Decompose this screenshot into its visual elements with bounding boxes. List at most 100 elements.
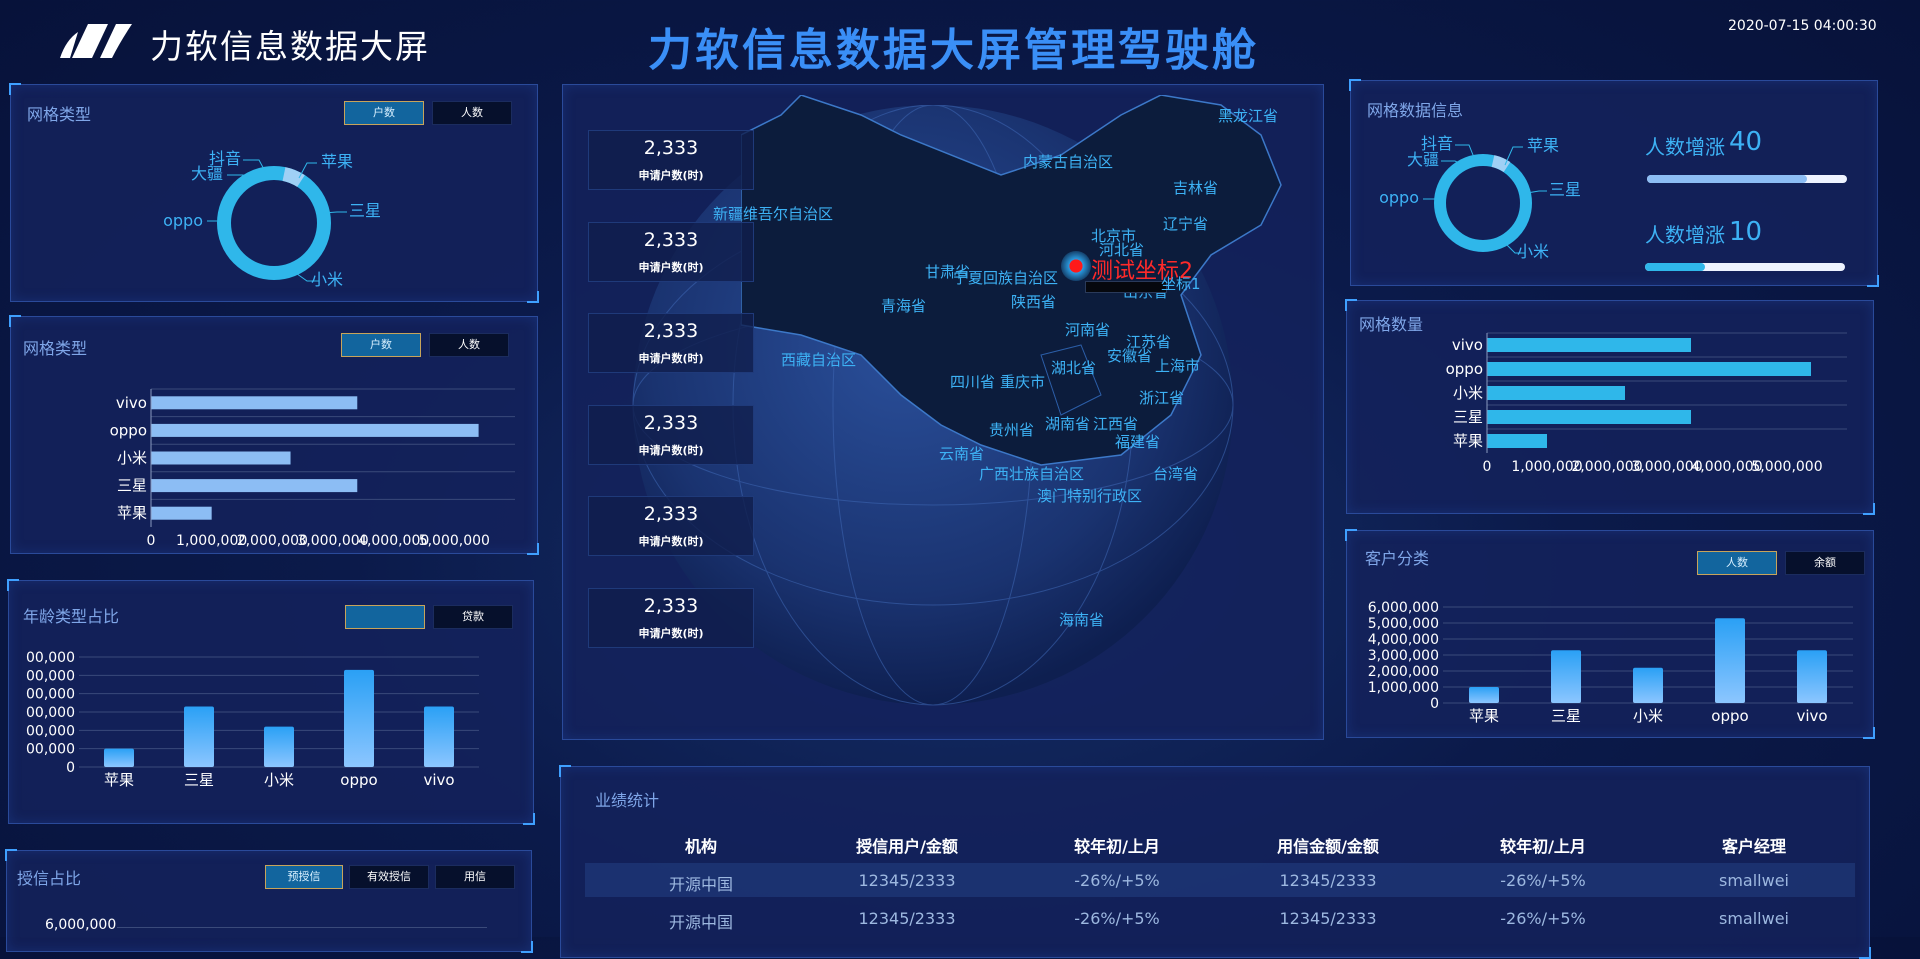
bar [344, 669, 374, 767]
stat-card: 2,333 申请户数(时) [588, 130, 754, 190]
donut-chart: 抖音 苹果 大疆 三星 oppo 小米 [163, 149, 381, 289]
grid-type-donut-panel: 网格类型 户数 人数 抖音 苹果 大疆 三星 oppo 小米 [9, 83, 539, 303]
category-label: 小米 [264, 771, 294, 789]
growth-progress-fill [1645, 263, 1705, 271]
age-type-panel: 年龄类型占比 贷款 0 00,000 00,000 00,000 00,000 00,00… [7, 579, 535, 825]
donut-label: 大疆 [191, 164, 223, 183]
province-label: 甘肃省 [925, 263, 971, 281]
table-cell: 开源中国 [668, 913, 733, 932]
category-label: 苹果 [117, 504, 147, 522]
growth-label: 人数增涨 [1645, 223, 1725, 247]
province-label: 内蒙古自治区 [1023, 153, 1114, 171]
table-cell: 12345/2333 [858, 871, 956, 890]
donut-chart: 抖音 苹果 大疆 三星 oppo 小米 [1379, 134, 1581, 261]
page-title: 力软信息数据大屏管理驾驶舱 [648, 25, 1259, 76]
table-row[interactable]: 开源中国 12345/2333 -26%/+5% 12345/2333 -26%… [585, 863, 1855, 897]
y-tick-label: 1,000,000 [1368, 680, 1439, 696]
donut-label: oppo [163, 211, 203, 230]
bar [151, 423, 479, 437]
category-label: 苹果 [104, 771, 134, 789]
category-label: vivo [116, 394, 147, 412]
vbar-chart: 0 00,000 00,000 00,000 00,000 00,000 00,000 苹果 三… [26, 650, 479, 789]
province-label: 云南省 [939, 445, 985, 463]
customer-panel: 客户分类 人数 余额 0 1,000,000 2,000,000 3,000,000 4… [1345, 529, 1875, 739]
column-header: 机构 [684, 837, 717, 856]
category-label: 三星 [184, 771, 214, 789]
bar [1469, 687, 1499, 703]
donut-ring [217, 166, 331, 280]
category-label: 苹果 [1469, 707, 1499, 725]
donut-ring [1434, 154, 1532, 252]
map-marker[interactable] [1061, 251, 1091, 281]
stat-value: 2,333 [643, 503, 699, 525]
province-label: 上海市 [1155, 357, 1201, 375]
table-cell: -26%/+5% [1500, 871, 1586, 890]
stat-value: 2,333 [643, 595, 699, 617]
y-tick-label: 0 [1430, 696, 1439, 712]
province-label: 贵州省 [989, 421, 1035, 439]
grid-count-panel: 网格数量 苹果 三星 小米 oppo vivo 0 1,000,000 2,000,000 3,… [1345, 299, 1875, 515]
donut-slice-apple [282, 167, 305, 188]
category-label: oppo [1711, 707, 1748, 725]
bar [151, 451, 291, 465]
y-tick-label: 00,000 [26, 705, 75, 721]
donut-label: 三星 [349, 201, 381, 220]
table-cell: 开源中国 [668, 875, 733, 894]
stat-label: 申请户数(时) [638, 169, 704, 182]
column-header: 授信用户/金额 [856, 837, 958, 856]
donut-label: 小米 [1517, 242, 1549, 261]
bar [1715, 618, 1745, 703]
category-label: 三星 [117, 477, 147, 495]
category-label: 三星 [1551, 707, 1581, 725]
province-label: 青海省 [881, 297, 927, 315]
panel-title: 业绩统计 [595, 791, 660, 810]
province-label: 辽宁省 [1163, 215, 1209, 233]
tab-valid-credit[interactable]: 有效授信 [349, 865, 429, 889]
bar [184, 706, 214, 767]
grid-data-info-panel: 网格数据信息 抖音 苹果 大疆 三星 oppo 小米 人数增涨 40 人数增涨 … [1349, 79, 1879, 287]
table-cell: -26%/+5% [1074, 909, 1160, 928]
bar [1487, 362, 1811, 376]
stat-label: 申请户数(时) [638, 535, 704, 548]
bar [1797, 650, 1827, 703]
bar [151, 396, 358, 410]
stat-card: 2,333 申请户数(时) [588, 588, 754, 648]
performance-panel: 业绩统计 机构 授信用户/金额 较年初/上月 用信金额/金额 较年初/上月 客户… [559, 765, 1871, 959]
y-tick-label: 6,000,000 [1368, 600, 1439, 616]
table-cell: 12345/2333 [858, 909, 956, 928]
province-label: 西藏自治区 [781, 351, 857, 369]
category-label: 苹果 [1453, 432, 1483, 450]
panel-title: 授信占比 [17, 869, 82, 888]
axis-line [117, 927, 487, 928]
y-tick-label: 3,000,000 [1368, 648, 1439, 664]
stat-label: 申请户数(时) [638, 352, 704, 365]
donut-label: 三星 [1549, 180, 1581, 199]
table-row[interactable]: 开源中国 12345/2333 -26%/+5% 12345/2333 -26%… [585, 901, 1855, 935]
category-label: 小米 [117, 449, 147, 467]
category-label: vivo [423, 771, 454, 789]
bar [1487, 410, 1691, 424]
province-label: 黑龙江省 [1218, 107, 1279, 125]
donut-label: oppo [1379, 188, 1419, 207]
table-cell: -26%/+5% [1500, 909, 1586, 928]
category-label: oppo [340, 771, 377, 789]
marker-label-2: 坐标1 [1161, 275, 1201, 293]
bar [264, 726, 294, 767]
bar [151, 506, 212, 520]
donut-label: 小米 [311, 270, 343, 289]
column-header: 较年初/上月 [1074, 837, 1160, 856]
y-tick-label: 4,000,000 [1368, 632, 1439, 648]
stat-value: 2,333 [643, 137, 699, 159]
province-label: 浙江省 [1139, 389, 1185, 407]
y-tick-label: 00,000 [26, 668, 75, 684]
growth-label: 人数增涨 [1645, 135, 1725, 159]
province-label: 吉林省 [1173, 179, 1219, 197]
province-label: 海南省 [1059, 611, 1105, 629]
tab-pre-credit[interactable]: 预授信 [265, 865, 343, 889]
hbar-chart: 苹果三星小米oppovivo0 1,000,0002,000,0003,000,0… [1446, 332, 1847, 475]
province-label: 重庆市 [1000, 373, 1046, 391]
stat-card: 2,333 申请户数(时) [588, 222, 754, 282]
tab-use-credit[interactable]: 用信 [435, 865, 515, 889]
donut-label: 苹果 [321, 152, 353, 171]
stat-card: 2,333 申请户数(时) [588, 313, 754, 373]
